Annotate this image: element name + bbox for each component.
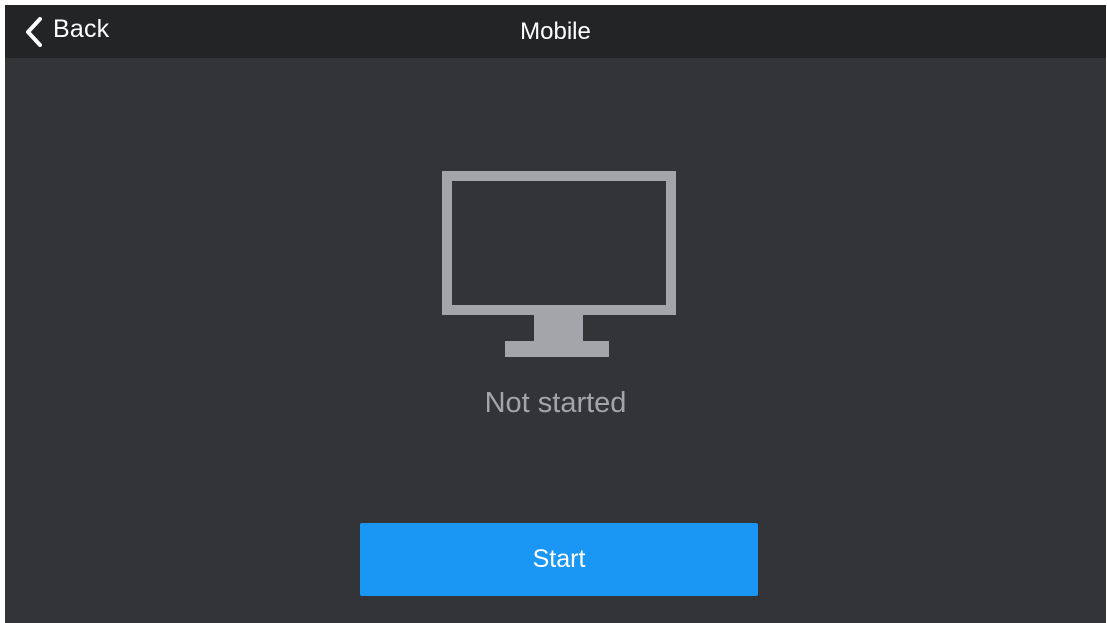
start-button[interactable]: Start: [360, 523, 758, 596]
page-title: Mobile: [520, 18, 591, 45]
status-text: Not started: [484, 387, 627, 419]
app-window: Back Mobile Not started Start: [5, 5, 1106, 623]
top-bar: Back Mobile: [5, 5, 1106, 58]
monitor-icon: [442, 171, 676, 357]
